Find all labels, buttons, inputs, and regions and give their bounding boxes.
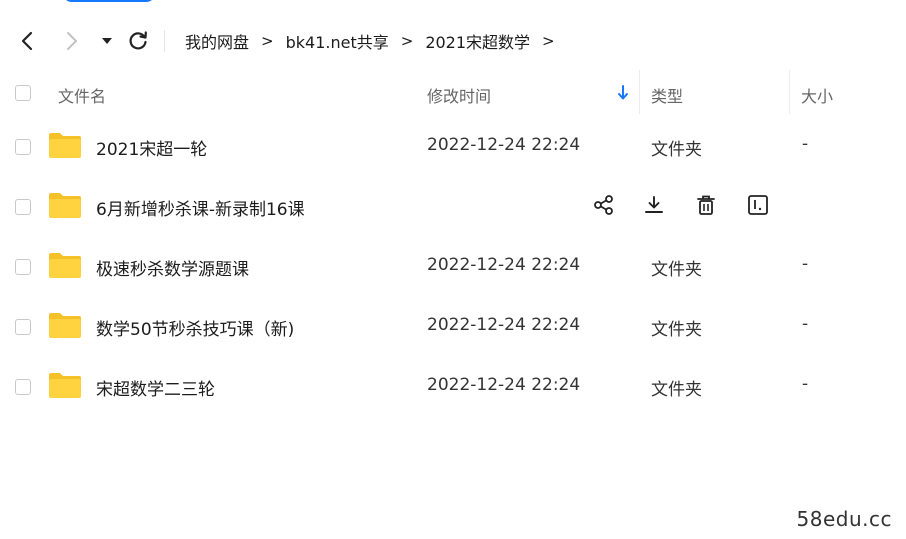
file-name[interactable]: 数学50节秒杀技巧课（新) <box>96 315 294 340</box>
file-row[interactable]: 宋超数学二三轮 2022-12-24 22:24 文件夹 - <box>0 357 906 417</box>
download-icon <box>645 196 663 213</box>
file-name[interactable]: 极速秒杀数学源题课 <box>96 255 249 280</box>
share-button[interactable] <box>590 191 618 219</box>
column-divider[interactable] <box>639 70 640 114</box>
column-header-name[interactable]: 文件名 <box>58 83 106 107</box>
forward-button[interactable] <box>61 30 83 52</box>
row-checkbox[interactable] <box>15 379 31 395</box>
file-size: - <box>802 134 809 154</box>
file-type: 文件夹 <box>651 260 702 280</box>
file-row-hovered[interactable]: 6月新增秒杀课-新录制16课 <box>0 177 906 237</box>
file-type: 文件夹 <box>651 320 702 340</box>
column-header-type[interactable]: 类型 <box>651 83 683 107</box>
file-row[interactable]: 极速秒杀数学源题课 2022-12-24 22:24 文件夹 - <box>0 237 906 297</box>
download-button[interactable] <box>640 191 668 219</box>
chevron-left-icon <box>21 31 33 51</box>
file-type: 文件夹 <box>651 380 702 400</box>
file-size: - <box>802 314 809 334</box>
caret-down-icon <box>102 38 112 44</box>
folder-icon <box>49 193 81 218</box>
watermark: 58edu.cc <box>796 507 892 531</box>
file-name[interactable]: 宋超数学二三轮 <box>96 375 215 400</box>
active-tab-indicator[interactable] <box>62 0 156 2</box>
share-icon <box>594 195 613 215</box>
row-checkbox[interactable] <box>15 319 31 335</box>
rename-button[interactable] <box>744 191 772 219</box>
toolbar-divider <box>164 30 165 52</box>
breadcrumb-item-current[interactable]: 2021宋超数学 <box>425 29 530 53</box>
folder-icon <box>49 253 81 278</box>
sort-descending-icon[interactable] <box>616 83 630 103</box>
trash-icon <box>697 195 715 215</box>
folder-icon <box>49 373 81 398</box>
column-header-size[interactable]: 大小 <box>801 83 833 107</box>
breadcrumb-separator: > <box>400 32 414 50</box>
column-divider[interactable] <box>789 70 790 114</box>
row-checkbox[interactable] <box>15 199 31 215</box>
file-modified: 2022-12-24 22:24 <box>427 135 581 155</box>
folder-icon <box>49 133 81 158</box>
breadcrumb-separator[interactable]: > <box>542 32 555 50</box>
file-row[interactable]: 数学50节秒杀技巧课（新) 2022-12-24 22:24 文件夹 - <box>0 297 906 357</box>
refresh-button[interactable] <box>127 30 149 52</box>
folder-icon <box>49 313 81 338</box>
refresh-icon <box>129 31 147 50</box>
file-name[interactable]: 2021宋超一轮 <box>96 135 207 160</box>
row-checkbox[interactable] <box>15 259 31 275</box>
column-header-modified[interactable]: 修改时间 <box>427 83 491 107</box>
file-type: 文件夹 <box>651 140 702 160</box>
rename-icon <box>748 195 768 215</box>
history-dropdown-button[interactable] <box>96 30 118 52</box>
file-modified: 2022-12-24 22:24 <box>427 315 581 335</box>
file-list-header: 文件名 修改时间 类型 大小 <box>0 70 906 116</box>
file-size: - <box>802 254 809 274</box>
delete-button[interactable] <box>692 191 720 219</box>
file-modified: 2022-12-24 22:24 <box>427 375 581 395</box>
back-button[interactable] <box>16 30 38 52</box>
breadcrumb: 我的网盘 > bk41.net共享 > 2021宋超数学 > <box>185 29 567 53</box>
breadcrumb-separator: > <box>261 32 274 50</box>
file-manager-window: 我的网盘 > bk41.net共享 > 2021宋超数学 > 文件名 修改时间 … <box>0 0 906 539</box>
file-row[interactable]: 2021宋超一轮 2022-12-24 22:24 文件夹 - <box>0 117 906 177</box>
chevron-right-icon <box>67 32 77 50</box>
toolbar: 我的网盘 > bk41.net共享 > 2021宋超数学 > <box>0 20 906 60</box>
breadcrumb-item-share[interactable]: bk41.net共享 <box>286 29 389 53</box>
select-all-checkbox[interactable] <box>15 85 31 101</box>
row-checkbox[interactable] <box>15 139 31 155</box>
file-size: - <box>802 374 809 394</box>
file-modified: 2022-12-24 22:24 <box>427 255 581 275</box>
breadcrumb-item-root[interactable]: 我的网盘 <box>185 29 249 53</box>
file-name[interactable]: 6月新增秒杀课-新录制16课 <box>96 195 305 220</box>
